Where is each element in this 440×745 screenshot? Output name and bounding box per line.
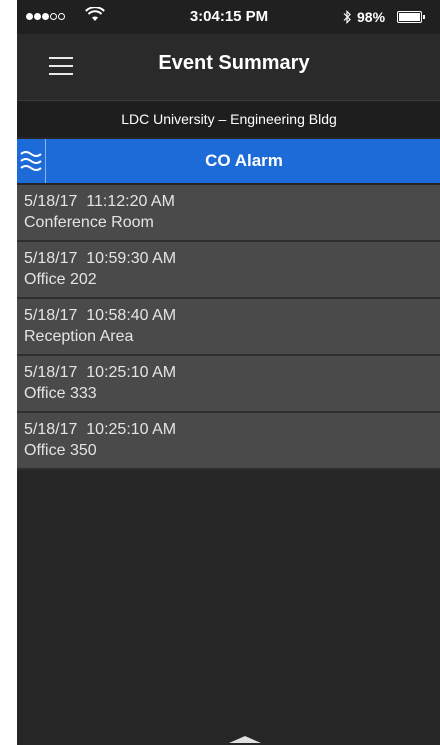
event-location: Office 333: [24, 385, 97, 402]
waves-icon[interactable]: [17, 139, 46, 183]
event-location: Office 202: [24, 271, 97, 288]
event-location: Reception Area: [24, 328, 134, 345]
status-bar: 3:04:15 PM 98%: [17, 0, 440, 34]
location-label: LDC University – Engineering Bldg: [17, 100, 440, 137]
bluetooth-icon: [343, 10, 351, 24]
event-time: 5/18/17 11:12:20 AM: [24, 193, 175, 210]
navigation-bar: Event Summary: [17, 34, 440, 100]
event-time: 5/18/17 10:58:40 AM: [24, 307, 177, 324]
event-item[interactable]: 5/18/17 10:25:10 AM Office 350: [17, 413, 440, 470]
event-time: 5/18/17 10:25:10 AM: [24, 364, 177, 381]
event-list: 5/18/17 11:12:20 AM Conference Room 5/18…: [17, 185, 440, 470]
page-title: Event Summary: [158, 52, 310, 74]
event-location: Office 350: [24, 442, 97, 459]
chevron-up-icon[interactable]: [229, 736, 261, 743]
alarm-header: CO Alarm: [17, 139, 440, 183]
event-time: 5/18/17 10:59:30 AM: [24, 250, 177, 267]
battery-icon: [397, 11, 427, 24]
event-item[interactable]: 5/18/17 10:59:30 AM Office 202: [17, 242, 440, 299]
event-time: 5/18/17 10:25:10 AM: [24, 421, 177, 438]
app-screen: 3:04:15 PM 98% Event Summary LDC Univers…: [17, 0, 440, 745]
event-item[interactable]: 5/18/17 11:12:20 AM Conference Room: [17, 185, 440, 242]
event-item[interactable]: 5/18/17 10:58:40 AM Reception Area: [17, 299, 440, 356]
event-location: Conference Room: [24, 214, 154, 231]
event-item[interactable]: 5/18/17 10:25:10 AM Office 333: [17, 356, 440, 413]
battery-percent: 98%: [357, 9, 386, 25]
alarm-title: CO Alarm: [205, 151, 283, 170]
